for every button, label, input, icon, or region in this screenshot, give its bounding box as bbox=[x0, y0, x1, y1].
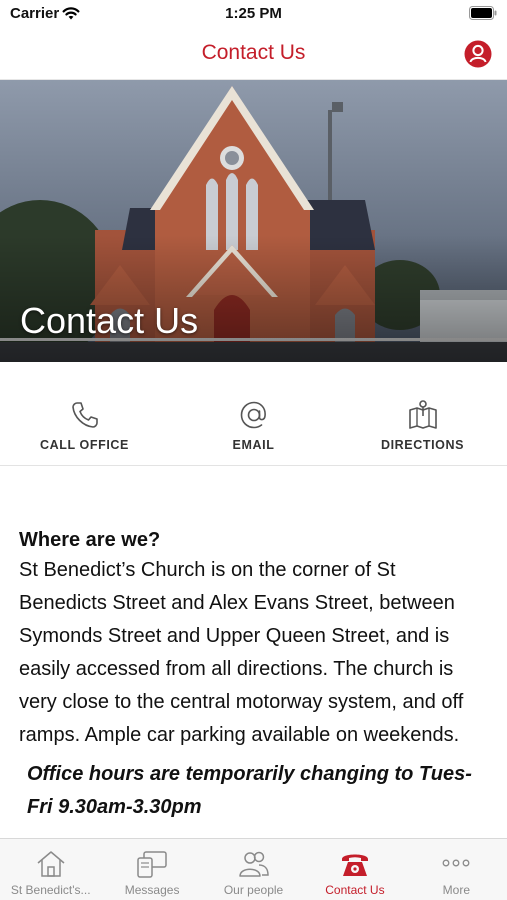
directions-label: DIRECTIONS bbox=[380, 438, 465, 452]
at-icon bbox=[240, 401, 266, 429]
tab-messages[interactable]: Messages bbox=[101, 839, 202, 900]
phone-icon bbox=[71, 402, 98, 428]
directions-button[interactable]: DIRECTIONS bbox=[338, 362, 507, 465]
tab-home-label: St Benedict's... bbox=[10, 883, 91, 897]
tab-more[interactable]: More bbox=[406, 839, 507, 900]
tab-our-people-label: Our people bbox=[223, 883, 284, 897]
location-description: St Benedict’s Church is on the corner of… bbox=[19, 559, 464, 746]
tab-contact-us-label: Contact Us bbox=[325, 883, 385, 897]
location-heading: Where are we? bbox=[19, 529, 161, 551]
battery-icon bbox=[469, 6, 497, 20]
location-content: Where are we? St Benedict’s Church is on… bbox=[0, 466, 507, 838]
tab-contact-us[interactable]: Contact Us bbox=[304, 839, 405, 900]
call-office-label: CALL OFFICE bbox=[39, 438, 129, 452]
tab-bar: St Benedict's... Messages Our people Con… bbox=[0, 838, 507, 900]
telephone-icon bbox=[341, 854, 368, 876]
email-label: EMAIL bbox=[232, 438, 275, 452]
contact-actions: CALL OFFICE EMAIL DIRECTIONS bbox=[0, 362, 507, 466]
home-icon bbox=[37, 851, 65, 877]
tab-more-label: More bbox=[442, 883, 470, 897]
more-icon bbox=[442, 859, 470, 867]
page-title: Contact Us bbox=[201, 41, 306, 64]
people-icon bbox=[238, 851, 269, 877]
email-button[interactable]: EMAIL bbox=[169, 362, 338, 465]
profile-icon[interactable] bbox=[464, 40, 492, 68]
navigation-bar: Contact Us bbox=[0, 28, 507, 80]
status-time: 1:25 PM bbox=[225, 5, 282, 22]
map-icon bbox=[408, 400, 437, 429]
tab-home[interactable]: St Benedict's... bbox=[0, 839, 101, 900]
office-hours-note: Office hours are temporarily changing to… bbox=[27, 763, 472, 818]
hero-title: Contact Us bbox=[20, 300, 199, 341]
tab-messages-label: Messages bbox=[124, 883, 180, 897]
messages-icon bbox=[137, 851, 167, 878]
tab-our-people[interactable]: Our people bbox=[203, 839, 304, 900]
call-office-button[interactable]: CALL OFFICE bbox=[0, 362, 169, 465]
hero-banner: Contact Us bbox=[0, 80, 507, 362]
status-bar: Carrier 1:25 PM bbox=[0, 0, 507, 28]
